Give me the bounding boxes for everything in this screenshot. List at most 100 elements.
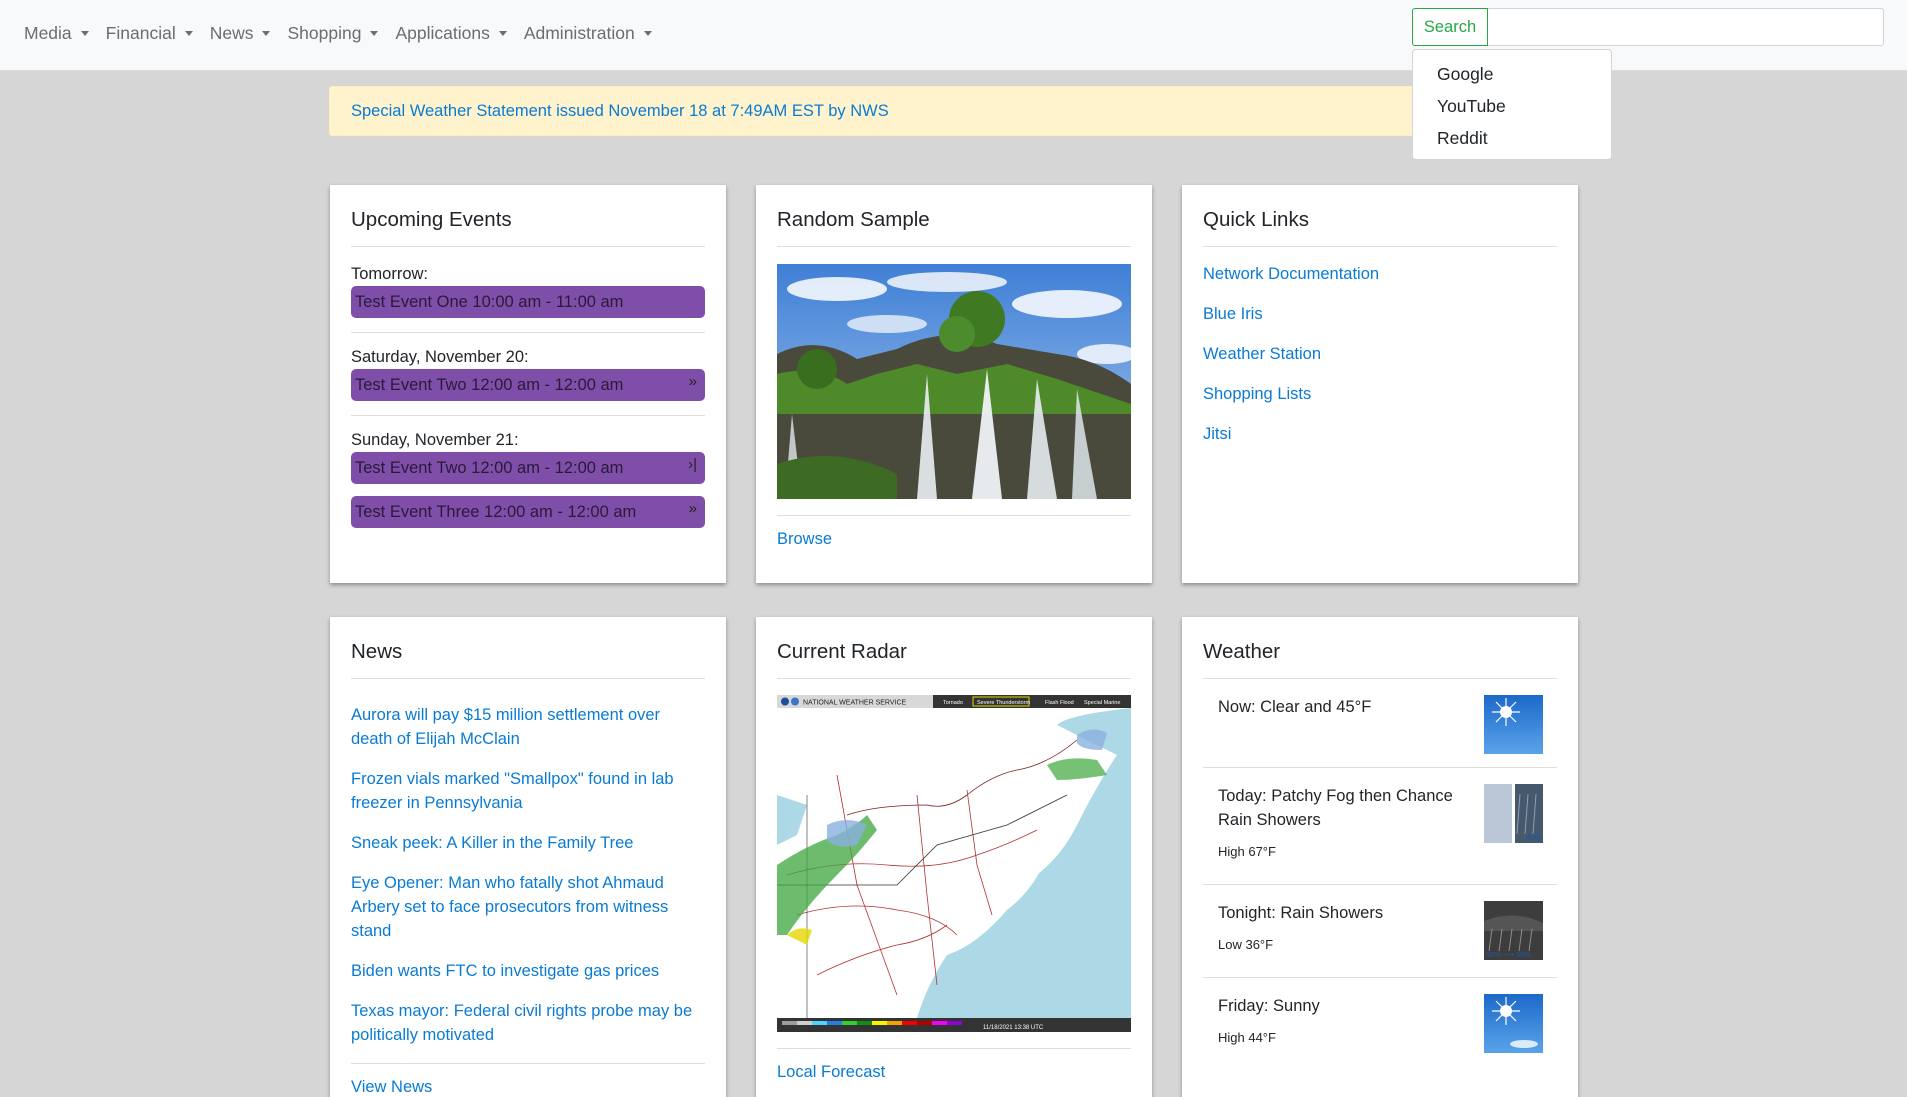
- weather-text: Now: Clear and 45°F: [1218, 698, 1372, 716]
- legend-flash-flood: Flash Flood: [1045, 700, 1074, 706]
- nav-menu: Media Financial News Shopping Applicatio…: [24, 23, 669, 44]
- events-list[interactable]: Tomorrow: Test Event One 10:00 am - 11:0…: [351, 264, 705, 530]
- event-label: Test Event Two 12:00 am - 12:00 am: [355, 459, 624, 477]
- continues-arrow-icon: »: [688, 500, 697, 517]
- quick-link-shopping-lists[interactable]: Shopping Lists: [1203, 384, 1557, 404]
- event-item[interactable]: Test Event Two 12:00 am - 12:00 am »: [351, 369, 705, 401]
- nav-shopping[interactable]: Shopping: [287, 23, 379, 44]
- caret-down-icon: [262, 31, 271, 36]
- card-title: Upcoming Events: [351, 204, 705, 247]
- caret-down-icon: [80, 31, 89, 36]
- quick-links-list: Network Documentation Blue Iris Weather …: [1203, 264, 1557, 444]
- event-item[interactable]: Test Event Three 12:00 am - 12:00 am »: [351, 496, 705, 528]
- nav-label: Applications: [395, 23, 490, 43]
- caret-down-icon: [498, 31, 507, 36]
- news-headline-link[interactable]: Biden wants FTC to investigate gas price…: [351, 959, 705, 983]
- nav-media[interactable]: Media: [24, 23, 89, 44]
- search-input[interactable]: [1488, 8, 1884, 46]
- quick-link-weather-station[interactable]: Weather Station: [1203, 344, 1557, 364]
- weather-text: Today: Patchy Fog then Chance Rain Showe…: [1218, 787, 1453, 829]
- ends-arrow-icon: ›|: [688, 456, 697, 473]
- nav-label: Financial: [105, 23, 176, 43]
- weather-text: Tonight: Rain Showers: [1218, 904, 1384, 922]
- event-group: Sunday, November 21: Test Event Two 12:0…: [351, 430, 705, 530]
- nav-label: Media: [24, 23, 72, 43]
- radar-map[interactable]: NATIONAL WEATHER SERVICE Tornado Severe …: [777, 695, 1131, 1032]
- sunny-icon: [1484, 695, 1543, 754]
- news-headline-link[interactable]: Frozen vials marked "Smallpox" found in …: [351, 767, 705, 815]
- event-group: Tomorrow: Test Event One 10:00 am - 11:0…: [351, 264, 705, 333]
- quick-link-jitsi[interactable]: Jitsi: [1203, 424, 1557, 444]
- weather-card: Weather Now: Clear and 45°F Today: Patch…: [1182, 617, 1578, 1097]
- event-label: Test Event Three 12:00 am - 12:00 am: [355, 503, 637, 521]
- news-card: News Aurora will pay $15 million settlem…: [330, 617, 726, 1097]
- event-item[interactable]: Test Event One 10:00 am - 11:00 am: [351, 286, 705, 318]
- radar-card: Current Radar NATIONAL WEATHER SERVICE T…: [756, 617, 1152, 1097]
- news-headline-link[interactable]: Texas mayor: Federal civil rights probe …: [351, 999, 705, 1047]
- news-headline-link[interactable]: Sneak peek: A Killer in the Family Tree: [351, 831, 705, 855]
- event-group: Saturday, November 20: Test Event Two 12…: [351, 347, 705, 416]
- card-title: Quick Links: [1203, 204, 1557, 247]
- weather-row-today: Today: Patchy Fog then Chance Rain Showe…: [1203, 768, 1557, 885]
- search-bar: Search: [1412, 8, 1884, 46]
- news-headline-link[interactable]: Aurora will pay $15 million settlement o…: [351, 703, 705, 751]
- waterfall-photo[interactable]: [777, 264, 1131, 499]
- legend-tornado: Tornado: [943, 700, 963, 706]
- dropdown-item-google[interactable]: Google: [1413, 62, 1611, 94]
- card-title: Current Radar: [777, 636, 1131, 679]
- nav-applications[interactable]: Applications: [395, 23, 507, 44]
- news-list: Aurora will pay $15 million settlement o…: [351, 703, 705, 1047]
- random-sample-card: Random Sample Browse: [756, 185, 1152, 583]
- divider: [777, 1048, 1131, 1049]
- event-day: Sunday, November 21:: [351, 431, 519, 449]
- card-title: News: [351, 636, 705, 679]
- caret-down-icon: [370, 31, 379, 36]
- quick-link-network-documentation[interactable]: Network Documentation: [1203, 264, 1557, 284]
- nav-label: Administration: [523, 23, 635, 43]
- search-button[interactable]: Search: [1412, 8, 1488, 46]
- weather-high: High 67°F: [1218, 844, 1276, 859]
- precip-badge: 40%: [1526, 833, 1542, 842]
- event-label: Test Event One 10:00 am - 11:00 am: [355, 293, 624, 311]
- card-title: Random Sample: [777, 204, 1131, 247]
- nav-label: Shopping: [287, 23, 362, 43]
- event-day: Saturday, November 20:: [351, 348, 529, 366]
- quick-links-card: Quick Links Network Documentation Blue I…: [1182, 185, 1578, 583]
- weather-alert-banner: Special Weather Statement issued Novembe…: [329, 86, 1578, 136]
- legend-special-marine: Special Marine: [1084, 700, 1120, 706]
- event-day: Tomorrow:: [351, 265, 429, 283]
- nav-administration[interactable]: Administration: [524, 23, 652, 44]
- quick-link-blue-iris[interactable]: Blue Iris: [1203, 304, 1557, 324]
- weather-row-tonight: Tonight: Rain Showers Low 36°F 80% ⟶ 30%: [1203, 885, 1557, 978]
- rain-icon: 80% ⟶ 30%: [1484, 901, 1543, 960]
- nav-label: News: [209, 23, 254, 43]
- sunny-icon: [1484, 994, 1543, 1053]
- radar-header-label: NATIONAL WEATHER SERVICE: [803, 700, 907, 707]
- weather-alert-link[interactable]: Special Weather Statement issued Novembe…: [351, 102, 889, 120]
- search-engine-dropdown: Google YouTube Reddit: [1412, 49, 1612, 160]
- dropdown-item-reddit[interactable]: Reddit: [1413, 126, 1611, 158]
- view-news-link[interactable]: View News: [351, 1078, 705, 1097]
- weather-text: Friday: Sunny: [1218, 997, 1320, 1015]
- nav-financial[interactable]: Financial: [106, 23, 193, 44]
- caret-down-icon: [184, 31, 193, 36]
- nav-news[interactable]: News: [210, 23, 271, 44]
- divider: [351, 1063, 705, 1064]
- events-card: Upcoming Events Tomorrow: Test Event One…: [330, 185, 726, 583]
- weather-row-friday: Friday: Sunny High 44°F: [1203, 978, 1557, 1070]
- top-navbar: Media Financial News Shopping Applicatio…: [0, 0, 1907, 71]
- caret-down-icon: [643, 31, 652, 36]
- fog-rain-icon: 40%: [1484, 784, 1543, 843]
- radar-timestamp: 11/18/2021 13:38 UTC: [983, 1025, 1044, 1031]
- dropdown-item-youtube[interactable]: YouTube: [1413, 94, 1611, 126]
- weather-row-now: Now: Clear and 45°F: [1203, 679, 1557, 768]
- local-forecast-link[interactable]: Local Forecast: [777, 1063, 1131, 1082]
- card-title: Weather: [1203, 636, 1557, 679]
- legend-severe-thunderstorm: Severe Thunderstorm: [977, 700, 1031, 706]
- event-item[interactable]: Test Event Two 12:00 am - 12:00 am ›|: [351, 452, 705, 484]
- browse-link[interactable]: Browse: [777, 530, 1131, 549]
- divider: [777, 515, 1131, 516]
- event-label: Test Event Two 12:00 am - 12:00 am: [355, 376, 624, 394]
- news-headline-link[interactable]: Eye Opener: Man who fatally shot Ahmaud …: [351, 871, 705, 943]
- continues-arrow-icon: »: [688, 373, 697, 390]
